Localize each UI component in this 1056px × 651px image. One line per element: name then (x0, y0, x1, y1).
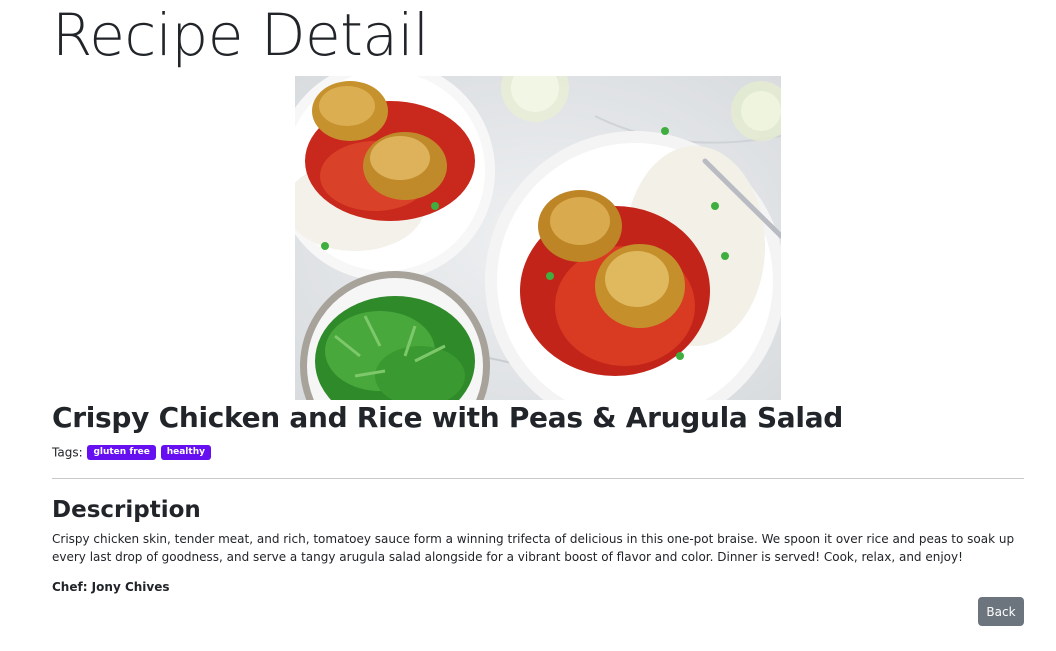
recipe-photo-image (295, 76, 781, 400)
recipe-photo (295, 76, 781, 400)
tag-badge-healthy: healthy (160, 445, 211, 460)
chef-name: Chef: Jony Chives (52, 580, 170, 594)
back-button[interactable]: Back (978, 597, 1024, 626)
tag-badge-gluten-free: gluten free (87, 445, 156, 460)
tags-row: Tags: gluten free healthy (52, 444, 211, 461)
description-text: Crispy chicken skin, tender meat, and ri… (52, 532, 1015, 564)
section-divider (52, 478, 1024, 479)
description-heading: Description (52, 497, 201, 523)
page-title: Recipe Detail (52, 1, 429, 69)
recipe-title: Crispy Chicken and Rice with Peas & Arug… (52, 401, 844, 434)
tags-label: Tags: (52, 445, 83, 460)
